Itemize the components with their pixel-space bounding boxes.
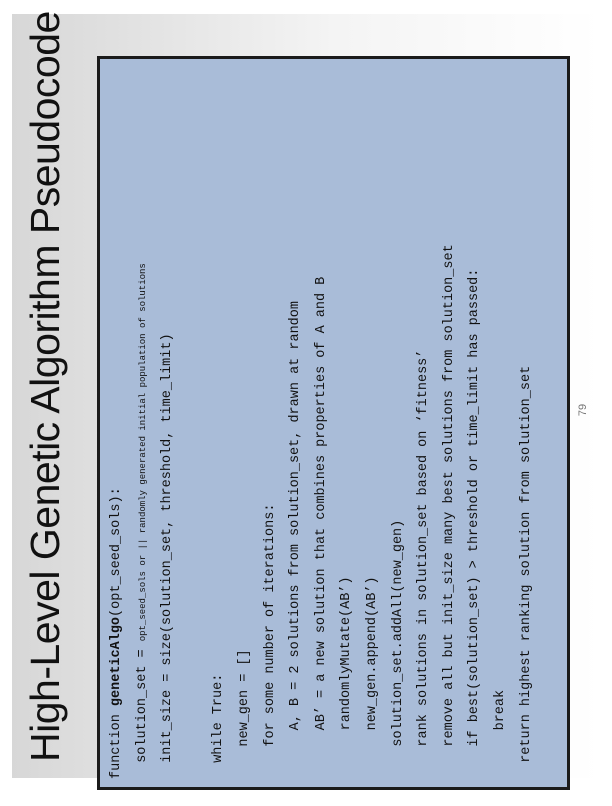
slide-title: High-Level Genetic Algorithm Pseudocode xyxy=(22,11,68,762)
code-line-10: randomlyMutate(AB’) xyxy=(339,576,355,779)
code-line-15: if best(solution_set) > threshold or tim… xyxy=(467,268,483,779)
code-line-16: break xyxy=(493,689,508,779)
slide: High-Level Genetic Algorithm Pseudocode … xyxy=(12,11,600,790)
code-line-6: new_gen = [] xyxy=(237,649,252,779)
code-line-1: function geneticAlgo(opt_seed_sols): xyxy=(104,56,130,779)
code-line-8: A, B = 2 solutions from solution_set, dr… xyxy=(288,301,304,779)
code-line-9: AB’ = a new solution that combines prope… xyxy=(313,276,329,779)
code-line-3: init_size = size(solution_set, threshold… xyxy=(160,333,176,779)
code-line-2: solution_set = opt_seed_sols or || rando… xyxy=(130,56,157,779)
code-line-5: while True: xyxy=(211,673,227,779)
code-line-11: new_gen.append(AB’) xyxy=(365,576,380,779)
pseudocode-box: function geneticAlgo(opt_seed_sols): sol… xyxy=(97,56,570,790)
code-line-7: for some number of iterations: xyxy=(262,503,278,779)
code-text: solution_set = xyxy=(134,641,150,779)
page-number: 79 xyxy=(577,403,589,417)
code-line-13: rank solutions in solution_set based on … xyxy=(416,349,432,779)
code-comment: opt_seed_sols or || randomly generated i… xyxy=(137,263,148,642)
code-line-12: solution_set.addAll(new_gen) xyxy=(390,519,406,779)
function-params: (opt_seed_sols): xyxy=(109,487,124,617)
slide-content: High-Level Genetic Algorithm Pseudocode … xyxy=(12,11,612,806)
code-line-14: remove all but init_size many best solut… xyxy=(441,244,457,779)
function-name: geneticAlgo xyxy=(109,616,124,707)
function-keyword: function xyxy=(109,706,124,779)
code-line-17: return highest ranking solution from sol… xyxy=(518,365,534,779)
